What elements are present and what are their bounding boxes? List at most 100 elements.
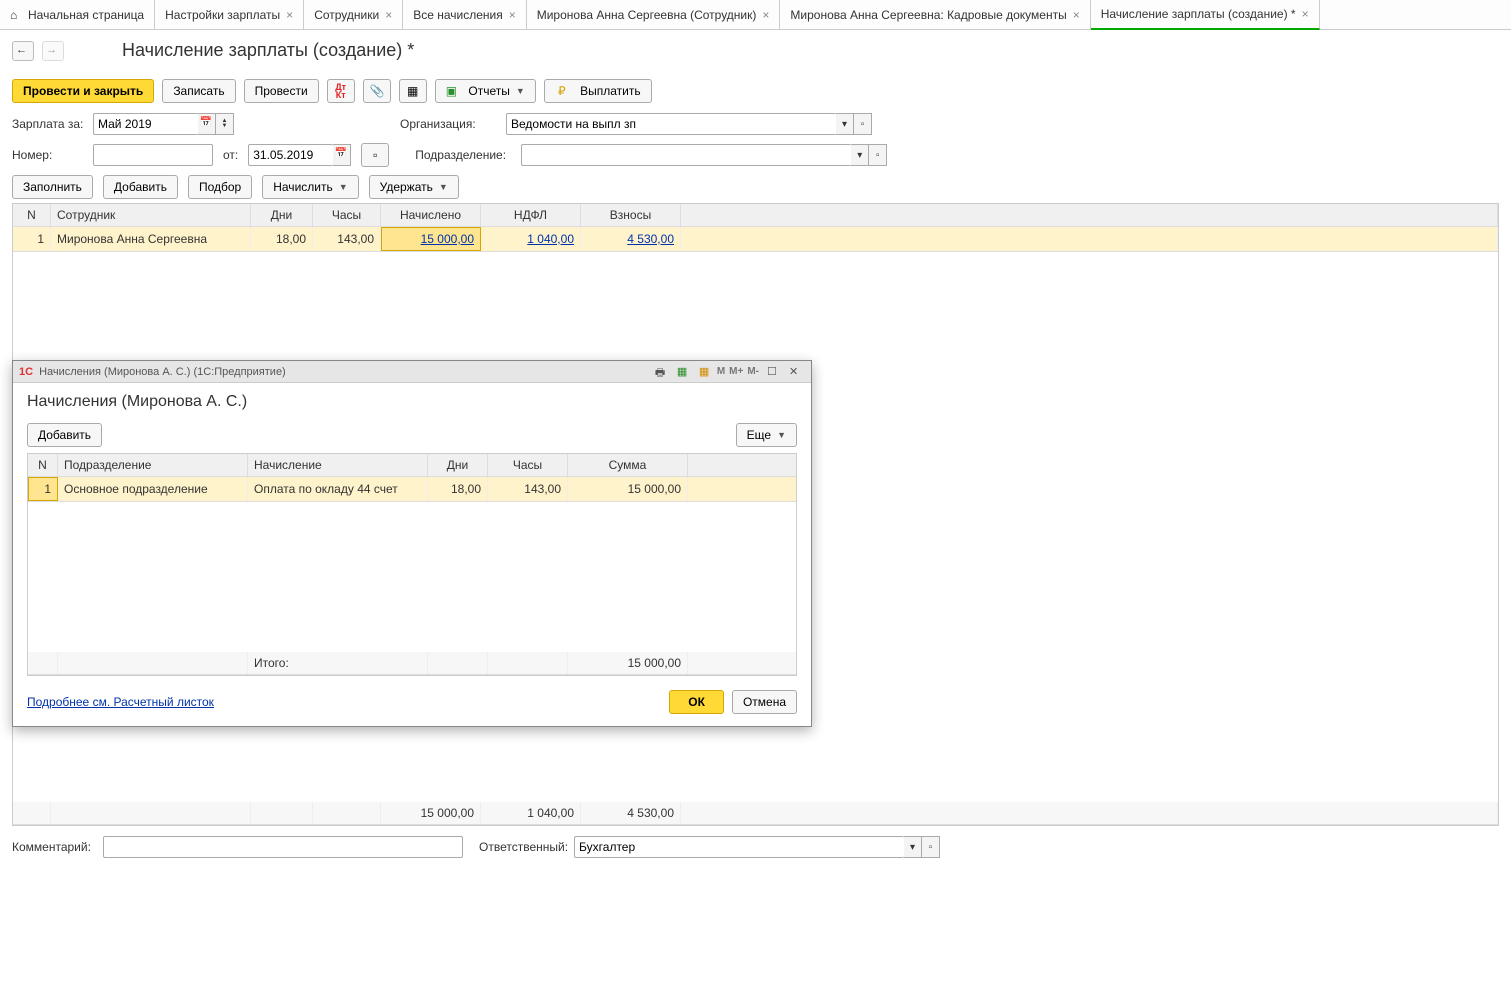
- mcol-hours[interactable]: Часы: [488, 454, 568, 476]
- maximize-icon[interactable]: [765, 365, 783, 379]
- date-input[interactable]: [248, 144, 333, 166]
- accrued-link[interactable]: 15 000,00: [421, 232, 474, 246]
- mcell-n: 1: [28, 477, 58, 501]
- org-open-button[interactable]: ▫: [854, 113, 872, 135]
- pay-button[interactable]: Выплатить: [544, 79, 652, 103]
- tab-employee-card[interactable]: Миронова Анна Сергеевна (Сотрудник) ×: [527, 0, 781, 30]
- memory-m-plus[interactable]: M+: [727, 366, 745, 377]
- date-calendar-button[interactable]: [333, 144, 351, 166]
- close-icon[interactable]: ×: [385, 8, 392, 22]
- attach-button[interactable]: [363, 79, 391, 103]
- contrib-link[interactable]: 4 530,00: [627, 232, 674, 246]
- close-icon[interactable]: [787, 365, 805, 379]
- cell-contrib[interactable]: 4 530,00: [581, 227, 681, 251]
- dtkt-button[interactable]: ДтКт: [327, 79, 355, 103]
- mtotal-sum: 15 000,00: [568, 652, 688, 674]
- print-icon[interactable]: [653, 364, 671, 379]
- table-row[interactable]: 1 Миронова Анна Сергеевна 18,00 143,00 1…: [13, 227, 1498, 252]
- dept-group: ▾ ▫: [521, 144, 887, 166]
- mcol-days[interactable]: Дни: [428, 454, 488, 476]
- comment-label: Комментарий:: [12, 840, 97, 854]
- cell-employee: Миронова Анна Сергеевна: [51, 227, 251, 251]
- more-label: Еще: [747, 428, 771, 442]
- tab-bar: Начальная страница Настройки зарплаты × …: [0, 0, 1511, 30]
- grid-icon[interactable]: [675, 365, 693, 379]
- period-input[interactable]: [93, 113, 198, 135]
- dialog-table-row[interactable]: 1 Основное подразделение Оплата по оклад…: [28, 477, 796, 502]
- tab-hr-docs[interactable]: Миронова Анна Сергеевна: Кадровые докуме…: [780, 0, 1090, 30]
- payslip-link[interactable]: Подробнее см. Расчетный листок: [27, 695, 214, 709]
- total-accrued: 15 000,00: [381, 802, 481, 824]
- dept-dropdown-button[interactable]: ▾: [851, 144, 869, 166]
- comment-input[interactable]: [103, 836, 463, 858]
- nav-back-button[interactable]: [12, 41, 34, 61]
- org-dropdown-button[interactable]: ▾: [836, 113, 854, 135]
- pick-button[interactable]: Подбор: [188, 175, 252, 199]
- tab-all-accruals[interactable]: Все начисления ×: [403, 0, 527, 30]
- memory-m-minus[interactable]: M-: [745, 366, 761, 377]
- mcol-n[interactable]: N: [28, 454, 58, 476]
- responsible-dropdown-button[interactable]: ▾: [904, 836, 922, 858]
- period-spinner[interactable]: ▲▼: [216, 113, 234, 135]
- close-icon[interactable]: ×: [762, 8, 769, 22]
- ok-button[interactable]: ОК: [669, 690, 724, 714]
- col-ndfl[interactable]: НДФЛ: [481, 204, 581, 226]
- from-label: от:: [223, 148, 238, 162]
- reports-button[interactable]: ▣ Отчеты▼: [435, 79, 536, 103]
- tab-employees[interactable]: Сотрудники ×: [304, 0, 403, 30]
- mcell-accrual: Оплата по окладу 44 счет: [248, 477, 428, 501]
- save-button[interactable]: Записать: [162, 79, 235, 103]
- tab-label: Сотрудники: [314, 8, 379, 22]
- cell-accrued[interactable]: 15 000,00: [381, 227, 481, 251]
- dialog-more-button[interactable]: Еще▼: [736, 423, 797, 447]
- responsible-open-button[interactable]: ▫: [922, 836, 940, 858]
- post-button[interactable]: Провести: [244, 79, 319, 103]
- col-hours[interactable]: Часы: [313, 204, 381, 226]
- tab-label: Начальная страница: [28, 8, 144, 22]
- accrue-button[interactable]: Начислить▼: [262, 175, 358, 199]
- dialog-grid: N Подразделение Начисление Дни Часы Сумм…: [27, 453, 797, 676]
- col-contrib[interactable]: Взносы: [581, 204, 681, 226]
- arrow-left-icon: [16, 44, 30, 58]
- salary-for-label: Зарплата за:: [12, 117, 87, 131]
- dialog-titlebar[interactable]: 1C Начисления (Миронова А. С.) (1С:Предп…: [13, 361, 811, 383]
- tab-home[interactable]: Начальная страница: [0, 0, 155, 30]
- period-calendar-button[interactable]: [198, 113, 216, 135]
- ndfl-link[interactable]: 1 040,00: [527, 232, 574, 246]
- col-employee[interactable]: Сотрудник: [51, 204, 251, 226]
- close-icon[interactable]: ×: [1302, 7, 1309, 21]
- withhold-button[interactable]: Удержать▼: [369, 175, 459, 199]
- fill-button[interactable]: Заполнить: [12, 175, 93, 199]
- col-n[interactable]: N: [13, 204, 51, 226]
- col-days[interactable]: Дни: [251, 204, 313, 226]
- cell-ndfl[interactable]: 1 040,00: [481, 227, 581, 251]
- cancel-button[interactable]: Отмена: [732, 690, 797, 714]
- calc-icon[interactable]: [697, 365, 715, 379]
- dialog-toolbar: Добавить Еще▼: [27, 423, 797, 447]
- dialog-footer: Подробнее см. Расчетный листок ОК Отмена: [27, 690, 797, 714]
- tab-payroll-settings[interactable]: Настройки зарплаты ×: [155, 0, 304, 30]
- memory-m[interactable]: M: [715, 366, 727, 377]
- post-and-close-button[interactable]: Провести и закрыть: [12, 79, 154, 103]
- dialog-add-button[interactable]: Добавить: [27, 423, 102, 447]
- tab-payroll-create[interactable]: Начисление зарплаты (создание) * ×: [1091, 0, 1320, 30]
- app-icon: 1C: [19, 366, 33, 378]
- responsible-input[interactable]: [574, 836, 904, 858]
- mcol-accrual[interactable]: Начисление: [248, 454, 428, 476]
- dept-open-button[interactable]: ▫: [869, 144, 887, 166]
- close-icon[interactable]: ×: [286, 8, 293, 22]
- col-accrued[interactable]: Начислено: [381, 204, 481, 226]
- number-label: Номер:: [12, 148, 87, 162]
- close-icon[interactable]: ×: [1073, 8, 1080, 22]
- related-button[interactable]: [399, 79, 427, 103]
- add-button[interactable]: Добавить: [103, 175, 178, 199]
- mcol-sum[interactable]: Сумма: [568, 454, 688, 476]
- mcol-dept[interactable]: Подразделение: [58, 454, 248, 476]
- org-input[interactable]: [506, 113, 836, 135]
- date-aux-button[interactable]: ▫: [361, 143, 389, 167]
- close-icon[interactable]: ×: [509, 8, 516, 22]
- calendar-icon: [200, 117, 214, 131]
- pay-label: Выплатить: [580, 84, 641, 98]
- number-input[interactable]: [93, 144, 213, 166]
- dept-input[interactable]: [521, 144, 851, 166]
